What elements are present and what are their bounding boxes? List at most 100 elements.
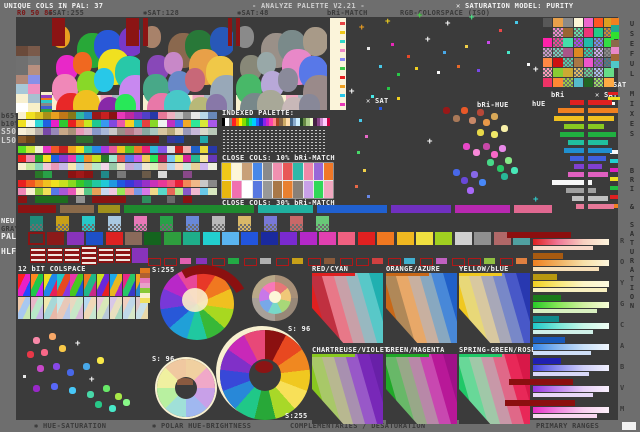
pyramid-bar-right (588, 188, 596, 193)
range-gradient-bar (533, 365, 609, 371)
mark-cell (180, 258, 191, 264)
ramp-step (28, 65, 40, 75)
polar-circle-filled-255 (147, 254, 261, 366)
hlf-swatch (115, 248, 131, 263)
neutral-checker-half (82, 224, 95, 231)
pyramid-bar-left (570, 156, 584, 161)
scatter-dot (498, 144, 506, 152)
hlf-swatch (30, 248, 46, 263)
mix-swatch (583, 68, 594, 78)
neutral-swatch (212, 216, 225, 231)
close-col-swatch (222, 163, 232, 180)
pal-swatch (105, 232, 123, 245)
circle3-sat-label: S: 96 (152, 355, 175, 363)
scatter-dot (66, 368, 74, 376)
colspace-tile (70, 274, 83, 296)
pal-swatch (260, 232, 278, 245)
scatter-dot (32, 336, 40, 344)
mix-swatch (594, 18, 604, 28)
range-pale-bar (533, 351, 591, 355)
hue-family-bar (391, 205, 451, 213)
neutral-swatch (108, 216, 121, 231)
scatter-dot (466, 186, 474, 194)
side-swatch (611, 39, 619, 47)
mix-swatch (543, 18, 553, 28)
color-blob (185, 68, 205, 92)
mix-swatch (543, 78, 553, 88)
scatter-dot (506, 50, 510, 54)
colspace-tile (18, 297, 31, 319)
close-col-swatch (242, 163, 252, 180)
circle-mini-ramp (140, 268, 150, 303)
circle1-sat-label: S:255 (152, 266, 175, 274)
scatter-plus: + (349, 87, 355, 97)
mix-swatch (553, 48, 563, 58)
range-dark-bar (507, 232, 571, 238)
pyramid-bar-left (566, 188, 584, 193)
strip-xB (18, 155, 217, 162)
mark-cell (196, 258, 207, 264)
colspace-tile (96, 274, 109, 296)
close-col-swatch (262, 163, 273, 180)
color-blob (115, 94, 136, 110)
scatter-dot (396, 96, 400, 100)
close-cols-10-row-b[interactable] (222, 181, 334, 198)
neutral-row[interactable] (30, 216, 360, 231)
strip-seg (207, 155, 217, 162)
colspace-tile (83, 274, 96, 296)
red-cap-bar (236, 18, 240, 46)
neutral-checker-half (56, 224, 69, 231)
mix-swatch (604, 78, 614, 88)
sidebar-mid-bar (608, 92, 618, 95)
indexed-palette-strip[interactable] (222, 118, 331, 126)
neutral-checker-half (186, 224, 199, 231)
mark-cell (212, 258, 225, 266)
scatter-dot (364, 134, 368, 138)
comp-panel-4 (386, 354, 457, 424)
close-col-swatch (242, 181, 252, 198)
scatter-dot (370, 94, 374, 98)
range-pale-bar (533, 267, 599, 271)
hue-family-bar (514, 205, 552, 213)
side-swatch (611, 46, 619, 54)
ramp-step (16, 65, 28, 75)
scatter-dot (378, 64, 382, 68)
match-dash (340, 58, 345, 61)
scatter-dot (48, 332, 56, 340)
scatter-dot (462, 142, 470, 150)
strip-seg (207, 112, 217, 119)
palette-swatch (326, 118, 331, 126)
mark-cell (372, 258, 383, 264)
hue-family-bar (455, 205, 510, 213)
blob-panel-sat-255 (52, 18, 140, 110)
close-cols-10-row-a[interactable] (222, 163, 334, 180)
primary-range-letter-A: A (620, 342, 625, 350)
pal-swatch (125, 232, 142, 245)
ramp-step (28, 46, 40, 56)
scatter-plus: + (533, 65, 539, 75)
mix-swatch (563, 68, 573, 78)
red-cap-bar (228, 18, 232, 46)
range-gradient-bar (533, 281, 609, 287)
skin-ramp-2 (28, 46, 40, 113)
primary-range-letter-R: R (620, 237, 625, 245)
color-blob (73, 90, 100, 110)
red-cap-bar (52, 18, 65, 46)
mix-swatch (553, 68, 563, 78)
scatter-dot (486, 40, 490, 44)
mix-swatch (543, 58, 553, 68)
close-col-swatch (273, 181, 283, 198)
useful-mixes-grid[interactable] (543, 18, 614, 88)
neutral-checker-half (30, 224, 43, 231)
scatter-dot (50, 382, 58, 390)
analyze-palette-app: UNIQUE COLS IN PAL: 37 - ANALYZE PALETTE… (0, 0, 640, 432)
palette-row[interactable] (28, 232, 534, 245)
scatter-dot (498, 28, 502, 32)
red-cap-bar (143, 18, 148, 46)
strip-seg (207, 146, 217, 153)
scatter-dot (362, 168, 366, 172)
scatter-dot (486, 158, 494, 166)
strip-seg (75, 196, 85, 203)
pal-swatch (66, 232, 84, 245)
mix-swatch (573, 38, 583, 48)
